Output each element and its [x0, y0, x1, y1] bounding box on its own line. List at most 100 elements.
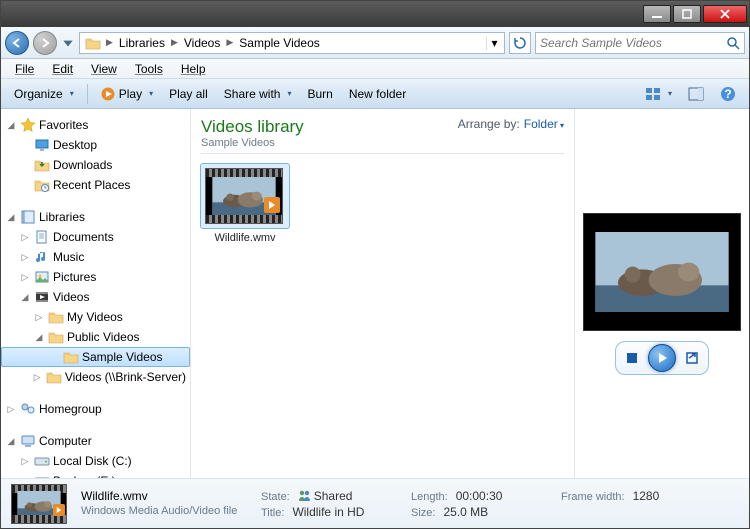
folder-icon — [48, 309, 64, 325]
sidebar-item-net-videos[interactable]: ▷Videos (\\Brink-Server) — [1, 367, 190, 387]
videos-icon — [34, 289, 50, 305]
collapse-icon[interactable]: ◢ — [33, 332, 45, 343]
sidebar-item-pictures[interactable]: ▷ Pictures — [1, 267, 190, 287]
sidebar-item-recent-places[interactable]: ▷Recent Places — [1, 175, 190, 195]
play-button[interactable]: Play — [94, 83, 160, 105]
play-all-button[interactable]: Play all — [162, 83, 215, 105]
tree-label: Pictures — [53, 270, 96, 284]
history-dropdown[interactable] — [61, 36, 75, 50]
preview-pane — [574, 109, 749, 478]
details-title-value: Wildlife in HD — [292, 505, 364, 519]
menu-view[interactable]: View — [83, 60, 125, 78]
folder-icon — [46, 369, 62, 385]
expand-icon[interactable]: ▷ — [33, 312, 45, 323]
items-view[interactable]: Wildlife.wmv — [201, 164, 564, 470]
navigation-row: ▶ Libraries ▶ Videos ▶ Sample Videos ▾ — [1, 27, 749, 59]
menu-edit[interactable]: Edit — [44, 60, 81, 78]
menu-help[interactable]: Help — [173, 60, 214, 78]
file-label: Wildlife.wmv — [201, 232, 289, 244]
sidebar-item-drive-c[interactable]: ▷Local Disk (C:) — [1, 451, 190, 471]
collapse-icon[interactable]: ◢ — [5, 436, 17, 447]
tree-label: Desktop — [53, 138, 97, 152]
sidebar-item-sample-videos[interactable]: ▷Sample Videos — [1, 347, 190, 367]
arrange-by: Arrange by: Folder — [458, 117, 564, 131]
organize-button[interactable]: Organize — [7, 83, 81, 105]
homegroup-icon — [20, 401, 36, 417]
sidebar-item-desktop[interactable]: ▷Desktop — [1, 135, 190, 155]
desktop-icon — [34, 137, 50, 153]
breadcrumb-arrow[interactable]: ▶ — [224, 37, 235, 48]
file-item-wildlife[interactable]: Wildlife.wmv — [201, 164, 289, 244]
sidebar-item-music[interactable]: ▷Music — [1, 247, 190, 267]
details-state-value: Shared — [314, 489, 353, 503]
expand-icon[interactable]: ▷ — [19, 456, 31, 467]
sidebar-item-videos[interactable]: ◢ Videos — [1, 287, 190, 307]
details-filetype: Windows Media Audio/Video file — [81, 505, 251, 519]
help-button[interactable]: ? — [713, 83, 743, 105]
back-button[interactable] — [5, 31, 29, 55]
refresh-button[interactable] — [509, 32, 531, 54]
preview-frame-image — [584, 232, 740, 312]
preview-stop-button[interactable] — [624, 350, 640, 366]
collapse-icon[interactable]: ◢ — [5, 212, 17, 223]
expand-icon[interactable]: ▷ — [5, 404, 17, 415]
menu-file[interactable]: File — [7, 60, 42, 78]
breadcrumb-dropdown[interactable]: ▾ — [486, 36, 502, 50]
downloads-icon — [34, 157, 50, 173]
close-button[interactable] — [703, 5, 747, 23]
play-icon — [101, 87, 115, 101]
burn-button[interactable]: Burn — [300, 83, 339, 105]
breadcrumb-root-arrow[interactable]: ▶ — [104, 37, 115, 48]
libraries-group: ◢Libraries ▷ Documents ▷Music ▷ Pictures ◢… — [1, 207, 190, 387]
breadcrumb-videos[interactable]: Videos — [180, 33, 224, 53]
favorites-header[interactable]: ◢ Favorites — [1, 115, 190, 135]
sidebar-item-documents[interactable]: ▷ Documents — [1, 227, 190, 247]
computer-header[interactable]: ◢Computer — [1, 431, 190, 451]
collapse-icon[interactable]: ◢ — [19, 292, 31, 303]
navigation-pane[interactable]: ◢ Favorites ▷Desktop ▷Downloads ▷Recent … — [1, 109, 191, 478]
documents-icon — [34, 229, 50, 245]
expand-icon[interactable]: ▷ — [19, 272, 31, 283]
breadcrumb-libraries[interactable]: Libraries — [115, 33, 169, 53]
search-box[interactable] — [535, 32, 745, 54]
tree-label: Documents — [53, 230, 114, 244]
sidebar-item-drive-e[interactable]: ▷Backup (E:) — [1, 471, 190, 478]
details-thumbnail — [11, 484, 67, 524]
favorites-group: ◢ Favorites ▷Desktop ▷Downloads ▷Recent … — [1, 115, 190, 195]
share-with-button[interactable]: Share with — [217, 83, 299, 105]
new-folder-button[interactable]: New folder — [342, 83, 413, 105]
details-state-label: State: — [261, 491, 294, 503]
collapse-icon[interactable]: ◢ — [5, 120, 17, 131]
breadcrumb[interactable]: ▶ Libraries ▶ Videos ▶ Sample Videos ▾ — [79, 32, 505, 54]
title-bar — [1, 1, 749, 27]
sidebar-item-public-videos[interactable]: ◢Public Videos — [1, 327, 190, 347]
sidebar-item-homegroup[interactable]: ▷Homegroup — [1, 399, 190, 419]
preview-play-button[interactable] — [648, 344, 676, 372]
details-size-value: 25.0 MB — [443, 505, 488, 519]
sidebar-item-downloads[interactable]: ▷Downloads — [1, 155, 190, 175]
minimize-button[interactable] — [643, 5, 671, 23]
expand-icon[interactable]: ▷ — [19, 252, 31, 263]
preview-pane-button[interactable] — [681, 83, 711, 105]
tree-label: Videos — [53, 290, 89, 304]
expand-icon[interactable]: ▷ — [31, 372, 42, 383]
sidebar-item-my-videos[interactable]: ▷My Videos — [1, 307, 190, 327]
breadcrumb-sample-videos[interactable]: Sample Videos — [235, 33, 324, 53]
menu-tools[interactable]: Tools — [127, 60, 171, 78]
view-icon — [645, 86, 661, 102]
content-pane[interactable]: Videos library Sample Videos Arrange by:… — [191, 109, 574, 478]
tree-label: Sample Videos — [82, 350, 163, 364]
folder-icon — [63, 349, 79, 365]
view-options-button[interactable] — [638, 83, 679, 105]
maximize-button[interactable] — [673, 5, 701, 23]
preview-media[interactable] — [583, 213, 741, 331]
details-framewidth-label: Frame width: — [561, 491, 629, 503]
arrange-by-value[interactable]: Folder — [524, 117, 564, 131]
forward-button[interactable] — [33, 31, 57, 55]
star-icon — [20, 117, 36, 133]
breadcrumb-arrow[interactable]: ▶ — [169, 37, 180, 48]
search-input[interactable] — [540, 36, 726, 50]
expand-icon[interactable]: ▷ — [19, 232, 31, 243]
preview-fullscreen-button[interactable] — [684, 350, 700, 366]
libraries-header[interactable]: ◢Libraries — [1, 207, 190, 227]
